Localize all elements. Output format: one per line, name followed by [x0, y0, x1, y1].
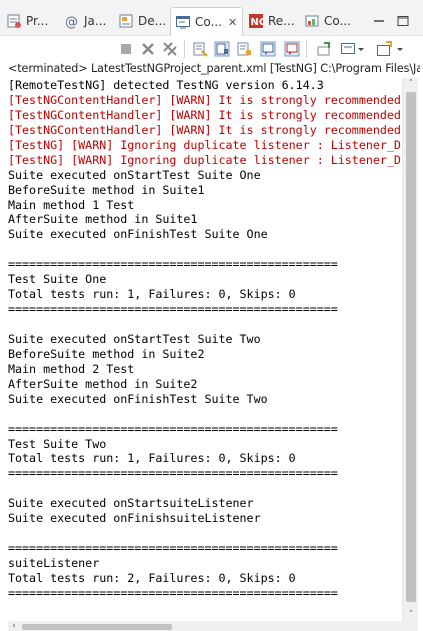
console-line: suiteListener — [8, 556, 100, 570]
tab-console[interactable]: Co... ✕ — [170, 7, 243, 36]
pin-console-icon[interactable] — [316, 41, 332, 57]
toolbar-separator — [306, 40, 307, 58]
minimize-icon[interactable] — [372, 12, 386, 24]
console-line: [TestNGContentHandler] [WARN] It is stro… — [8, 107, 401, 122]
vertical-scrollbar[interactable]: ˄ ˅ — [402, 78, 418, 621]
tab-label: Re... — [268, 14, 295, 28]
toolbar-separator — [184, 40, 185, 58]
tab-label: Co... — [324, 14, 351, 28]
open-console-dropdown[interactable] — [376, 41, 406, 57]
horizontal-scroll-thumb[interactable] — [22, 624, 172, 630]
console-line: ========================================… — [8, 257, 338, 272]
console-line: ========================================… — [8, 421, 338, 436]
scroll-down-icon[interactable]: ˅ — [406, 610, 416, 620]
console-line: Test Suite Two — [8, 436, 107, 451]
maximize-icon[interactable] — [396, 12, 410, 26]
console-line: AfterSuite method in Suite2 — [8, 376, 198, 391]
tab-label: De... — [138, 14, 167, 28]
scroll-lock-icon[interactable] — [214, 41, 230, 57]
close-icon[interactable]: ✕ — [228, 16, 237, 29]
declaration-icon — [118, 13, 134, 29]
scroll-left-icon[interactable]: ‹ — [9, 621, 19, 631]
console-line: BeforeSuite method in Suite2 — [8, 346, 205, 361]
show-stdout-icon[interactable] — [260, 41, 276, 57]
svg-text:@: @ — [65, 15, 78, 29]
display-console-dropdown[interactable] — [340, 41, 366, 57]
terminate-icon[interactable] — [118, 41, 134, 57]
word-wrap-icon[interactable] — [236, 41, 252, 57]
console-line: [TestNGContentHandler] [WARN] It is stro… — [8, 122, 401, 137]
console-line: [TestNG] [WARN] Ignoring duplicate liste… — [8, 137, 401, 152]
console-status: <terminated> LatestTestNGProject_parent.… — [8, 62, 420, 75]
console-line: [TestNGContentHandler] [WARN] It is stro… — [8, 92, 401, 107]
console-icon — [175, 14, 191, 30]
console-line: Main method 1 Test — [8, 197, 135, 212]
console-line: Suite executed onFinishTest Suite Two — [8, 391, 268, 406]
console-line: Main method 2 Test — [8, 361, 135, 376]
console-line: Suite executed onFinishsuiteListener — [8, 511, 261, 526]
scroll-up-icon[interactable]: ˄ — [406, 79, 416, 89]
tab-coverage[interactable]: Co... — [304, 9, 356, 33]
console-line: Suite executed onStartTest Suite Two — [8, 331, 261, 346]
view-tab-bar: Pr... @ Ja... De... Co... ✕ NG Re... Co.… — [0, 0, 423, 36]
console-line: Total tests run: 1, Failures: 0, Skips: … — [8, 451, 296, 466]
tab-label: Ja... — [84, 14, 107, 28]
show-stderr-icon[interactable] — [284, 41, 300, 57]
console-line: Total tests run: 1, Failures: 0, Skips: … — [8, 287, 296, 302]
clear-console-icon[interactable] — [192, 41, 208, 57]
console-output[interactable]: [RemoteTestNG] detected TestNG version 6… — [8, 78, 402, 619]
console-line: ========================================… — [8, 466, 338, 481]
coverage-icon — [304, 13, 320, 29]
console-line: Suite executed onStartsuiteListener — [8, 496, 254, 511]
console-line: Suite executed onStartTest Suite One — [8, 167, 261, 182]
console-line: [TestNG] [WARN] Ignoring duplicate liste… — [8, 152, 401, 167]
horizontal-scrollbar[interactable]: ‹ — [8, 621, 418, 631]
javadoc-icon: @ — [64, 13, 80, 30]
vertical-scroll-thumb[interactable] — [406, 92, 416, 602]
problems-icon — [6, 13, 22, 29]
tab-declaration[interactable]: De... — [118, 9, 168, 33]
tab-results[interactable]: NG Re... — [248, 9, 298, 33]
tab-javadoc[interactable]: @ Ja... — [64, 9, 112, 33]
console-line: Total tests run: 2, Failures: 0, Skips: … — [8, 570, 296, 585]
tab-problems[interactable]: Pr... — [6, 9, 56, 33]
console-line: Test Suite One — [8, 272, 107, 287]
results-icon: NG — [248, 13, 267, 29]
remove-all-icon[interactable] — [162, 41, 178, 57]
svg-text:NG: NG — [251, 17, 265, 28]
remove-launch-icon[interactable] — [140, 41, 156, 57]
tab-label: Co... — [195, 15, 222, 29]
console-line: AfterSuite method in Suite1 — [8, 212, 198, 227]
console-toolbar — [0, 36, 423, 62]
console-line: [RemoteTestNG] detected TestNG version 6… — [8, 78, 324, 92]
console-line: ========================================… — [8, 541, 338, 556]
console-line: BeforeSuite method in Suite1 — [8, 182, 205, 197]
console-line: ========================================… — [8, 302, 338, 317]
console-line: Suite executed onFinishTest Suite One — [8, 227, 268, 242]
tab-label: Pr... — [26, 14, 49, 28]
console-line: ========================================… — [8, 585, 338, 600]
